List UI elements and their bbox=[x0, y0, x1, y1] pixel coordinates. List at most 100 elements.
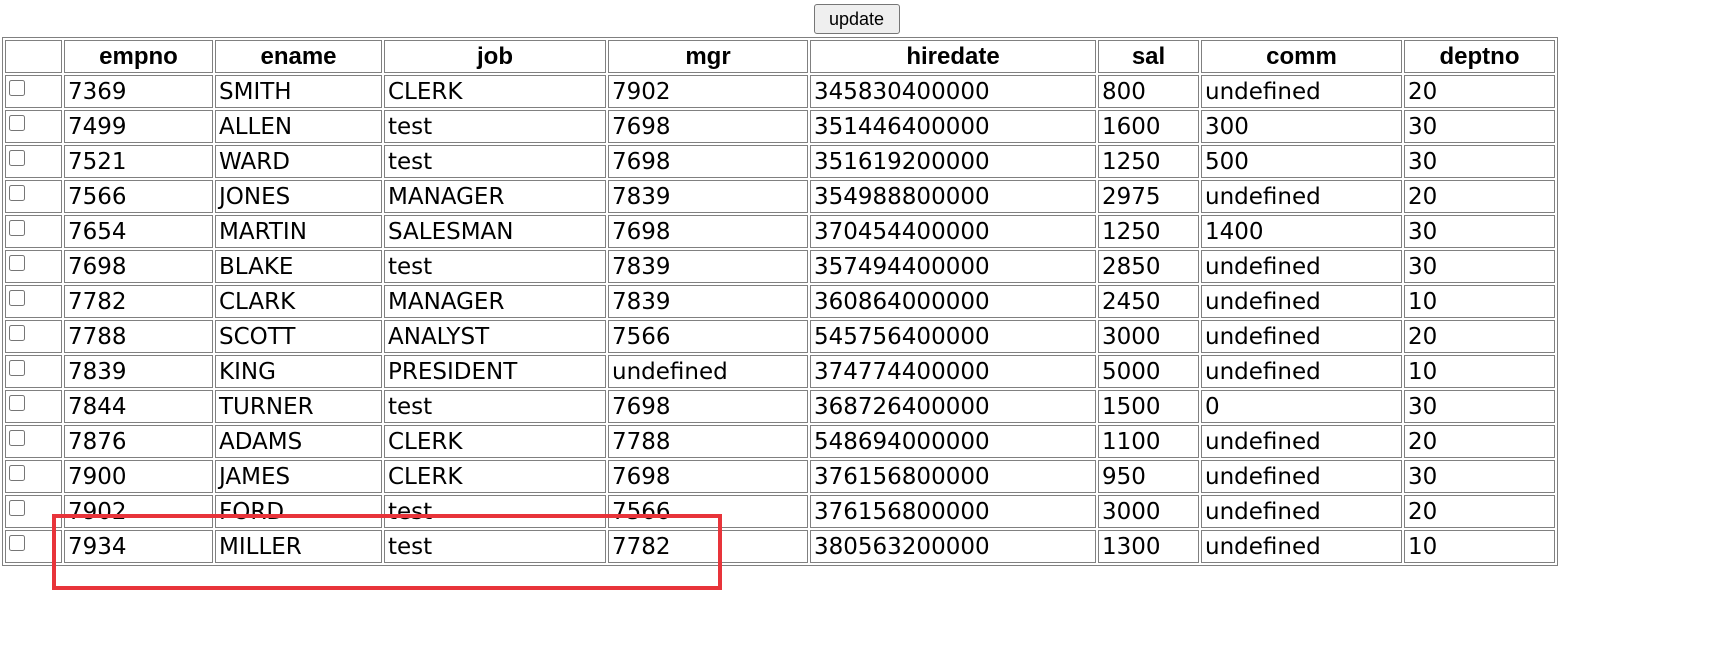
cell-job: test bbox=[384, 110, 606, 143]
cell-comm: 1400 bbox=[1201, 215, 1402, 248]
cell-ename: ALLEN bbox=[215, 110, 382, 143]
cell-job: test bbox=[384, 495, 606, 528]
row-select-cell bbox=[5, 425, 62, 458]
cell-empno: 7698 bbox=[64, 250, 213, 283]
cell-sal: 2850 bbox=[1098, 250, 1199, 283]
cell-ename: TURNER bbox=[215, 390, 382, 423]
row-select-cell bbox=[5, 495, 62, 528]
cell-hiredate: 374774400000 bbox=[810, 355, 1096, 388]
cell-sal: 1600 bbox=[1098, 110, 1199, 143]
cell-comm: undefined bbox=[1201, 530, 1402, 563]
row-checkbox[interactable] bbox=[9, 290, 25, 306]
cell-hiredate: 380563200000 bbox=[810, 530, 1096, 563]
cell-ename: JONES bbox=[215, 180, 382, 213]
cell-mgr: 7839 bbox=[608, 180, 808, 213]
cell-sal: 1250 bbox=[1098, 215, 1199, 248]
cell-hiredate: 345830400000 bbox=[810, 75, 1096, 108]
cell-ename: CLARK bbox=[215, 285, 382, 318]
cell-hiredate: 354988800000 bbox=[810, 180, 1096, 213]
cell-job: test bbox=[384, 390, 606, 423]
row-checkbox[interactable] bbox=[9, 185, 25, 201]
cell-sal: 3000 bbox=[1098, 320, 1199, 353]
cell-comm: undefined bbox=[1201, 250, 1402, 283]
cell-mgr: 7788 bbox=[608, 425, 808, 458]
cell-deptno: 20 bbox=[1404, 320, 1555, 353]
cell-deptno: 10 bbox=[1404, 355, 1555, 388]
column-header-hiredate: hiredate bbox=[810, 40, 1096, 73]
row-checkbox[interactable] bbox=[9, 80, 25, 96]
cell-mgr: 7698 bbox=[608, 145, 808, 178]
cell-job: CLERK bbox=[384, 75, 606, 108]
table-body: 7369 SMITH CLERK 7902 345830400000 800 undefin… bbox=[5, 75, 1555, 563]
cell-job: MANAGER bbox=[384, 180, 606, 213]
table-row: 7900 JAMES CLERK 7698 376156800000 950 undefin… bbox=[5, 460, 1555, 493]
cell-comm: 0 bbox=[1201, 390, 1402, 423]
row-checkbox[interactable] bbox=[9, 220, 25, 236]
cell-job: CLERK bbox=[384, 425, 606, 458]
row-checkbox[interactable] bbox=[9, 150, 25, 166]
cell-mgr: 7698 bbox=[608, 460, 808, 493]
cell-sal: 2450 bbox=[1098, 285, 1199, 318]
cell-ename: FORD bbox=[215, 495, 382, 528]
row-checkbox[interactable] bbox=[9, 255, 25, 271]
row-checkbox[interactable] bbox=[9, 395, 25, 411]
cell-deptno: 10 bbox=[1404, 530, 1555, 563]
cell-job: test bbox=[384, 530, 606, 563]
row-checkbox[interactable] bbox=[9, 325, 25, 341]
cell-job: MANAGER bbox=[384, 285, 606, 318]
table-row: 7654 MARTIN SALESMAN 7698 370454400000 1250 14… bbox=[5, 215, 1555, 248]
row-select-cell bbox=[5, 530, 62, 563]
column-header-job: job bbox=[384, 40, 606, 73]
cell-mgr: 7566 bbox=[608, 320, 808, 353]
cell-hiredate: 548694000000 bbox=[810, 425, 1096, 458]
cell-deptno: 30 bbox=[1404, 250, 1555, 283]
cell-hiredate: 357494400000 bbox=[810, 250, 1096, 283]
row-select-cell bbox=[5, 355, 62, 388]
column-header-select bbox=[5, 40, 62, 73]
row-select-cell bbox=[5, 250, 62, 283]
cell-sal: 1300 bbox=[1098, 530, 1199, 563]
cell-sal: 1100 bbox=[1098, 425, 1199, 458]
cell-ename: SMITH bbox=[215, 75, 382, 108]
row-checkbox[interactable] bbox=[9, 465, 25, 481]
cell-mgr: 7902 bbox=[608, 75, 808, 108]
cell-empno: 7369 bbox=[64, 75, 213, 108]
row-checkbox[interactable] bbox=[9, 360, 25, 376]
table-row: 7499 ALLEN test 7698 351446400000 1600 300 30 bbox=[5, 110, 1555, 143]
update-button[interactable]: update bbox=[813, 4, 900, 34]
table-row: 7782 CLARK MANAGER 7839 360864000000 2450 unde… bbox=[5, 285, 1555, 318]
cell-job: test bbox=[384, 145, 606, 178]
row-select-cell bbox=[5, 320, 62, 353]
row-select-cell bbox=[5, 180, 62, 213]
cell-empno: 7499 bbox=[64, 110, 213, 143]
column-header-deptno: deptno bbox=[1404, 40, 1555, 73]
cell-mgr: 7839 bbox=[608, 250, 808, 283]
toolbar: update bbox=[0, 0, 1713, 37]
row-select-cell bbox=[5, 110, 62, 143]
row-checkbox[interactable] bbox=[9, 115, 25, 131]
cell-hiredate: 351446400000 bbox=[810, 110, 1096, 143]
cell-comm: undefined bbox=[1201, 285, 1402, 318]
row-checkbox[interactable] bbox=[9, 430, 25, 446]
cell-deptno: 30 bbox=[1404, 460, 1555, 493]
cell-comm: undefined bbox=[1201, 355, 1402, 388]
cell-empno: 7654 bbox=[64, 215, 213, 248]
cell-mgr: 7698 bbox=[608, 390, 808, 423]
cell-comm: undefined bbox=[1201, 460, 1402, 493]
cell-empno: 7521 bbox=[64, 145, 213, 178]
cell-sal: 5000 bbox=[1098, 355, 1199, 388]
cell-deptno: 30 bbox=[1404, 390, 1555, 423]
cell-sal: 1500 bbox=[1098, 390, 1199, 423]
cell-deptno: 30 bbox=[1404, 215, 1555, 248]
cell-deptno: 20 bbox=[1404, 180, 1555, 213]
cell-ename: MARTIN bbox=[215, 215, 382, 248]
cell-empno: 7934 bbox=[64, 530, 213, 563]
cell-job: PRESIDENT bbox=[384, 355, 606, 388]
row-checkbox[interactable] bbox=[9, 535, 25, 551]
cell-ename: WARD bbox=[215, 145, 382, 178]
row-select-cell bbox=[5, 390, 62, 423]
cell-empno: 7876 bbox=[64, 425, 213, 458]
cell-hiredate: 360864000000 bbox=[810, 285, 1096, 318]
cell-comm: 300 bbox=[1201, 110, 1402, 143]
row-checkbox[interactable] bbox=[9, 500, 25, 516]
